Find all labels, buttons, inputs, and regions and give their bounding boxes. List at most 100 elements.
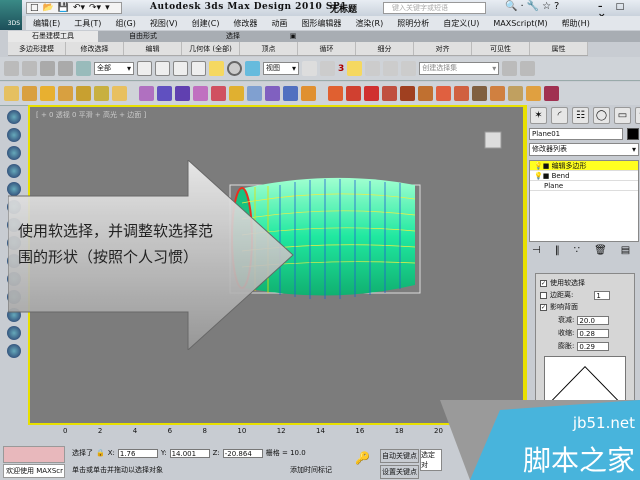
select-object-icon[interactable] [137, 61, 152, 76]
edge-distance-checkbox[interactable] [540, 291, 547, 299]
percent-snap-icon[interactable] [365, 61, 381, 76]
tool-icon[interactable] [7, 128, 21, 142]
menu-group[interactable]: 组(G) [108, 18, 142, 29]
key-icon[interactable]: 🔑 [355, 451, 370, 465]
noise-modifier-icon[interactable] [193, 86, 208, 101]
ripple-modifier-icon[interactable] [283, 86, 298, 101]
cylinder-icon[interactable] [76, 86, 91, 101]
undo-icon[interactable]: ↶▾ [73, 3, 85, 13]
auto-key-button[interactable]: 自动关键点 [380, 449, 419, 463]
open-icon[interactable]: 📂 [43, 3, 54, 13]
display-tab-icon[interactable]: ▭ [614, 107, 631, 124]
redo-icon[interactable] [22, 61, 37, 76]
bend-modifier-icon[interactable] [139, 86, 154, 101]
window-crossing-icon[interactable] [191, 61, 206, 76]
panel-vertices[interactable]: 顶点 [240, 42, 298, 55]
material-3-icon[interactable] [364, 86, 379, 101]
taper-modifier-icon[interactable] [157, 86, 172, 101]
object-name-field[interactable]: Plane01 [529, 128, 623, 140]
align-icon[interactable] [520, 61, 536, 76]
reference-coord-dropdown[interactable]: 视图 [263, 62, 299, 75]
modifier-list-dropdown[interactable]: 修改器列表 [529, 143, 639, 156]
set-key-button[interactable]: 设置关键点 [380, 465, 419, 479]
menu-views[interactable]: 视图(V) [143, 18, 185, 29]
menu-customize[interactable]: 自定义(U) [436, 18, 486, 29]
move-icon[interactable] [209, 61, 224, 76]
maxscript-listener-box[interactable] [3, 446, 65, 463]
customize-dropdown-icon[interactable]: ▾ [105, 3, 110, 13]
render-icon[interactable] [544, 86, 559, 101]
y-coord-field[interactable]: 14.001 [169, 448, 210, 458]
mirror-icon[interactable] [502, 61, 518, 76]
melt-modifier-icon[interactable] [301, 86, 316, 101]
show-end-result-icon[interactable]: ‖ [555, 245, 560, 256]
menu-tools[interactable]: 工具(T) [67, 18, 108, 29]
lock-icon[interactable]: 🔒 [96, 449, 105, 457]
snap-toggle-icon[interactable]: 3 [338, 64, 344, 74]
motion-tab-icon[interactable]: ◯ [593, 107, 610, 124]
panel-geometry[interactable]: 几何体 (全部) [182, 42, 240, 55]
grid-icon[interactable] [40, 86, 55, 101]
z-coord-field[interactable]: -20.864 [222, 448, 263, 458]
tab-graphite[interactable]: 石墨建模工具 [8, 31, 98, 42]
remove-modifier-icon[interactable]: 🗑 [594, 245, 607, 256]
link-icon[interactable] [40, 61, 55, 76]
ribbon-toggle-button[interactable]: ▣ [278, 31, 308, 42]
undo-icon[interactable] [4, 61, 19, 76]
search-input[interactable]: 键入关键字或短语 [383, 2, 486, 14]
spherify-modifier-icon[interactable] [247, 86, 262, 101]
new-icon[interactable]: □ [30, 3, 39, 13]
pinch-spinner[interactable]: 0.28 [577, 328, 610, 338]
angle-snap-icon[interactable] [347, 61, 363, 76]
material-4-icon[interactable] [382, 86, 397, 101]
app-logo-button[interactable]: 3DS [0, 0, 22, 30]
tool-icon[interactable] [7, 110, 21, 124]
panel-visibility[interactable]: 可见性 [472, 42, 530, 55]
use-soft-selection-checkbox[interactable]: ✓ [540, 279, 547, 287]
menu-maxscript[interactable]: MAXScript(M) [486, 19, 554, 28]
menu-graph-editors[interactable]: 图形编辑器 [294, 18, 348, 29]
modify-tab-icon[interactable]: ◜ [551, 107, 568, 124]
material-icon[interactable] [328, 86, 343, 101]
plane-icon[interactable] [4, 86, 19, 101]
make-unique-icon[interactable]: ∵ [574, 245, 580, 256]
tab-freeform[interactable]: 自由形式 [98, 31, 188, 42]
panel-modify-selection[interactable]: 修改选择 [66, 42, 124, 55]
key-filter-dropdown[interactable]: 选定对 [420, 449, 442, 471]
cactus-icon[interactable] [112, 86, 127, 101]
named-selection-dropdown[interactable]: 创建选择集 [419, 62, 500, 75]
tool-icon[interactable] [7, 146, 21, 160]
circle-icon[interactable] [22, 86, 37, 101]
material-9-icon[interactable] [472, 86, 487, 101]
object-color-swatch[interactable] [627, 128, 639, 140]
panel-align[interactable]: 对齐 [414, 42, 472, 55]
panel-poly-modeling[interactable]: 多边形建模 [8, 42, 66, 55]
lattice-modifier-icon[interactable] [229, 86, 244, 101]
bubble-spinner[interactable]: 0.29 [577, 341, 610, 351]
box-icon[interactable] [58, 86, 73, 101]
material-2-icon[interactable] [346, 86, 361, 101]
affect-backfacing-checkbox[interactable]: ✓ [540, 303, 547, 311]
hierarchy-tab-icon[interactable]: ☷ [572, 107, 589, 124]
sphere-icon[interactable] [94, 86, 109, 101]
rect-selection-icon[interactable] [173, 61, 188, 76]
manipulate-icon[interactable] [320, 61, 335, 76]
menu-animation[interactable]: 动画 [264, 18, 294, 29]
select-by-name-icon[interactable] [155, 61, 170, 76]
scale-icon[interactable] [245, 61, 260, 76]
bind-space-warp-icon[interactable] [76, 61, 91, 76]
material-11-icon[interactable] [508, 86, 523, 101]
twist-modifier-icon[interactable] [175, 86, 190, 101]
material-6-icon[interactable] [418, 86, 433, 101]
edge-distance-spinner[interactable]: 1 [594, 290, 611, 300]
menu-modifiers[interactable]: 修改器 [226, 18, 264, 29]
stack-item-plane[interactable]: Plane [530, 181, 638, 191]
pin-stack-icon[interactable]: ⊣ [532, 245, 541, 256]
menu-create[interactable]: 创建(C) [185, 18, 227, 29]
menu-help[interactable]: 帮助(H) [555, 18, 597, 29]
material-5-icon[interactable] [400, 86, 415, 101]
x-coord-field[interactable]: 1.76 [117, 448, 158, 458]
stack-item-edit-poly[interactable]: 💡■ 编辑多边形 [530, 161, 638, 171]
rotate-icon[interactable] [227, 61, 242, 76]
material-12-icon[interactable] [526, 86, 541, 101]
